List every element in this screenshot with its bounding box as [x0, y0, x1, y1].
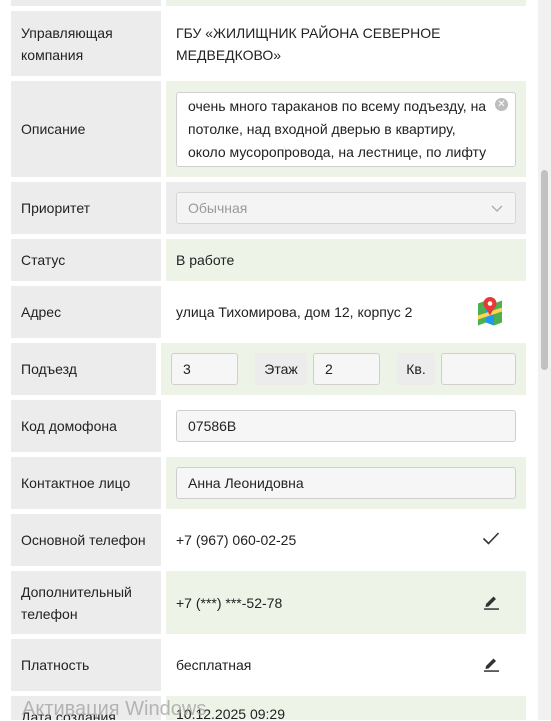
priority-select[interactable]: Обычная [176, 192, 516, 224]
entrance-row: Подъезд 3 Этаж 2 Кв. [11, 343, 526, 395]
clear-x-icon[interactable]: ✕ [495, 97, 508, 111]
main-phone-cell: +7 (967) 060-02-25 [166, 514, 526, 566]
company-row: Управляющая компания ГБУ «ЖИЛИЩНИК РАЙОН… [11, 11, 526, 76]
floor-input[interactable]: 2 [313, 353, 380, 385]
previous-row-value [166, 0, 526, 6]
pencil-icon[interactable] [483, 655, 500, 675]
extra-phone-value: +7 (***) ***-52-78 [176, 594, 283, 611]
previous-row [11, 0, 526, 6]
status-label: Статус [11, 239, 161, 281]
priority-label: Приоритет [11, 182, 161, 234]
entrance-input[interactable]: 3 [171, 353, 238, 385]
address-cell: улица Тихомирова, дом 12, корпус 2 [166, 286, 526, 338]
check-icon[interactable] [482, 532, 500, 549]
description-cell: очень много тараканов по всему подъезду,… [166, 81, 526, 177]
main-phone-value: +7 (967) 060-02-25 [176, 532, 297, 548]
contact-row: Контактное лицо Анна Леонидовна [11, 457, 526, 509]
scrollbar-track[interactable] [538, 0, 551, 720]
payment-cell: бесплатная [166, 639, 526, 691]
ticket-form: Управляющая компания ГБУ «ЖИЛИЩНИК РАЙОН… [11, 0, 526, 720]
intercom-cell: 07586В [166, 400, 526, 452]
contact-label: Контактное лицо [11, 457, 161, 509]
priority-placeholder: Обычная [188, 200, 248, 216]
extra-phone-row: Дополнительный телефон +7 (***) ***-52-7… [11, 571, 526, 634]
description-text: очень много тараканов по всему подъезду,… [188, 97, 487, 160]
description-textarea[interactable]: очень много тараканов по всему подъезду,… [176, 91, 516, 167]
apartment-label: Кв. [397, 353, 435, 385]
contact-input[interactable]: Анна Леонидовна [176, 467, 516, 499]
entrance-cell: 3 Этаж 2 Кв. [161, 343, 526, 395]
pencil-icon[interactable] [483, 593, 500, 613]
description-row: Описание очень много тараканов по всему … [11, 81, 526, 177]
intercom-label: Код домофона [11, 400, 161, 452]
extra-phone-label: Дополнительный телефон [11, 571, 161, 634]
created-row: Дата создания 10.12.2025 09:29 [11, 696, 526, 720]
intercom-row: Код домофона 07586В [11, 400, 526, 452]
priority-row: Приоритет Обычная [11, 182, 526, 234]
map-pin-icon[interactable] [476, 296, 504, 329]
payment-label: Платность [11, 639, 161, 691]
apartment-input[interactable] [441, 353, 516, 385]
created-label: Дата создания [11, 696, 161, 720]
status-row: Статус В работе [11, 239, 526, 281]
floor-label: Этаж [255, 353, 307, 385]
description-label: Описание [11, 81, 161, 177]
intercom-input[interactable]: 07586В [176, 410, 516, 442]
created-value: 10.12.2025 09:29 [166, 696, 526, 720]
chevron-down-icon [491, 200, 503, 216]
scrollbar-thumb[interactable] [541, 170, 548, 370]
contact-cell: Анна Леонидовна [166, 457, 526, 509]
address-label: Адрес [11, 286, 161, 338]
priority-cell: Обычная [166, 182, 526, 234]
address-row: Адрес улица Тихомирова, дом 12, корпус 2 [11, 286, 526, 338]
entrance-label: Подъезд [11, 343, 156, 395]
status-value: В работе [166, 239, 526, 281]
previous-row-label [11, 0, 161, 6]
company-label: Управляющая компания [11, 11, 161, 76]
main-phone-row: Основной телефон +7 (967) 060-02-25 [11, 514, 526, 566]
extra-phone-cell: +7 (***) ***-52-78 [166, 571, 526, 634]
payment-row: Платность бесплатная [11, 639, 526, 691]
main-phone-label: Основной телефон [11, 514, 161, 566]
payment-value: бесплатная [176, 657, 252, 673]
address-value: улица Тихомирова, дом 12, корпус 2 [176, 304, 413, 320]
company-value: ГБУ «ЖИЛИЩНИК РАЙОНА СЕВЕРНОЕ МЕДВЕДКОВО… [166, 11, 526, 76]
